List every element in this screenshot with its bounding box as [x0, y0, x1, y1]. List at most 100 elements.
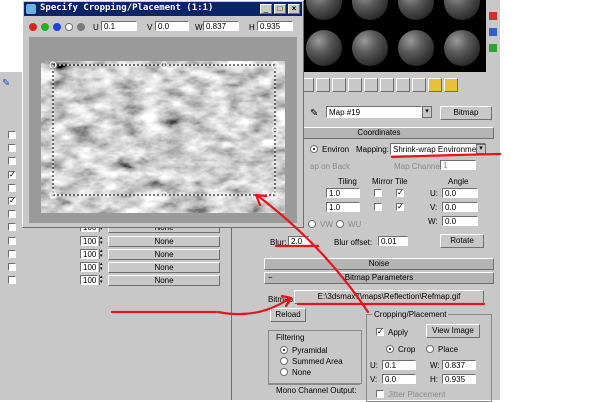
blur-field[interactable]: 2.0 [288, 236, 310, 246]
mirror-v-checkbox[interactable] [374, 203, 382, 211]
sample-slot[interactable] [348, 26, 392, 70]
dialog-maximize-button[interactable]: □ [274, 4, 286, 14]
map-type-button[interactable]: Bitmap [440, 106, 492, 120]
dialog-w-field[interactable]: 0.837 [203, 21, 239, 31]
map-slot-button[interactable]: None [108, 235, 220, 247]
crop-w-label: W: [430, 361, 440, 370]
bitmap-parameters-collapse-toggle[interactable]: − [268, 273, 273, 282]
jitter-checkbox[interactable] [376, 390, 384, 398]
map-enable-checkbox[interactable] [8, 183, 16, 192]
map-amount-spinner[interactable]: 100 [80, 262, 98, 272]
noise-rollout-header[interactable]: Noise [264, 258, 494, 270]
map-enable-checkbox[interactable] [8, 263, 16, 271]
spinner-arrows-icon[interactable]: ▴▾ [99, 275, 105, 286]
vw-radio[interactable] [308, 220, 316, 228]
spinner-arrows-icon[interactable]: ▴▾ [99, 248, 105, 259]
mapping-dropdown[interactable]: Shrink-wrap Environment [390, 143, 486, 155]
map-name-dropdown-icon[interactable]: ▾ [422, 106, 432, 118]
dialog-close-button[interactable]: × [288, 4, 300, 14]
map-enable-checkbox[interactable] [8, 223, 16, 232]
background-icon[interactable] [489, 44, 497, 52]
environ-radio[interactable] [310, 145, 318, 153]
crop-radio[interactable] [386, 345, 394, 353]
map-enable-checkbox[interactable] [8, 210, 16, 219]
go-to-parent-icon[interactable] [444, 78, 458, 92]
blur-label: Blur: [270, 238, 287, 247]
map-enable-checkbox[interactable]: ✓ [8, 197, 16, 205]
red-channel-icon[interactable] [29, 23, 37, 31]
spinner-arrows-icon[interactable]: ▴▾ [99, 235, 105, 246]
view-image-button[interactable]: View Image [426, 324, 480, 338]
map-enable-checkbox[interactable] [8, 157, 16, 166]
apply-checkbox[interactable]: ✓ [376, 328, 384, 336]
material-id-icon[interactable] [412, 78, 426, 92]
blue-channel-icon[interactable] [53, 23, 61, 31]
tiling-u-field[interactable]: 1.0 [326, 188, 360, 198]
dialog-w-label: W [195, 23, 203, 32]
put-to-scene-icon[interactable] [316, 78, 330, 92]
crop-h-field[interactable]: 0.935 [442, 374, 476, 384]
map-slot-button[interactable]: None [108, 248, 220, 260]
angle-v-field[interactable]: 0.0 [442, 202, 478, 212]
eyedropper-icon[interactable]: ✎ [310, 108, 318, 119]
tiling-v-field[interactable]: 1.0 [326, 202, 360, 212]
mirror-u-checkbox[interactable] [374, 189, 382, 197]
angle-w-field[interactable]: 0.0 [442, 216, 478, 226]
sample-slot[interactable] [302, 26, 346, 70]
make-copy-icon[interactable] [364, 78, 378, 92]
map-enable-checkbox[interactable] [8, 236, 16, 245]
spinner-arrows-icon[interactable]: ▴▾ [99, 262, 105, 272]
blur-offset-field[interactable]: 0.01 [378, 236, 408, 246]
green-channel-icon[interactable] [41, 23, 49, 31]
bitmap-path-button[interactable]: E:\3dsmax7\maps\Reflection\Refmap.gif [294, 290, 484, 304]
assign-material-icon[interactable] [332, 78, 346, 92]
map-enable-checkbox[interactable] [8, 131, 16, 139]
wu-radio[interactable] [336, 220, 344, 228]
map-amount-spinner[interactable]: 100 [80, 248, 98, 259]
dialog-u-field[interactable]: 0.1 [101, 21, 137, 31]
sample-slot[interactable] [348, 0, 392, 24]
map-slot-button[interactable]: None [108, 275, 220, 287]
make-unique-icon[interactable] [380, 78, 394, 92]
place-radio[interactable] [426, 345, 434, 353]
crop-w-field[interactable]: 0.837 [442, 360, 476, 370]
image-viewport[interactable] [29, 37, 297, 223]
sample-slot[interactable] [440, 0, 484, 24]
map-amount-spinner[interactable]: 100 [80, 275, 98, 286]
mono-channel-icon[interactable] [77, 23, 85, 31]
map-enable-checkbox[interactable] [8, 249, 16, 258]
tile-u-checkbox[interactable]: ✓ [396, 189, 404, 197]
alpha-channel-icon[interactable] [65, 23, 73, 31]
map-amount-spinner[interactable]: 100 [80, 235, 98, 246]
reset-map-icon[interactable] [348, 78, 362, 92]
sample-slot[interactable] [302, 0, 346, 24]
tile-v-checkbox[interactable]: ✓ [396, 203, 404, 211]
dialog-v-field[interactable]: 0.0 [155, 21, 189, 31]
sample-slot[interactable] [394, 26, 438, 70]
sample-slot[interactable] [440, 26, 484, 70]
dialog-minimize-button[interactable]: _ [260, 4, 272, 14]
angle-u-field[interactable]: 0.0 [442, 188, 478, 198]
map-enable-checkbox[interactable]: ✓ [8, 170, 16, 179]
backlight-icon[interactable] [489, 28, 497, 36]
filter-none-radio[interactable] [280, 368, 288, 376]
bitmap-parameters-rollout-header[interactable]: Bitmap Parameters [264, 272, 494, 284]
filter-pyramidal-radio[interactable] [280, 346, 288, 354]
crop-v-field[interactable]: 0.0 [382, 374, 416, 384]
show-map-icon[interactable] [428, 78, 442, 92]
sample-type-icon[interactable] [489, 12, 497, 20]
map-slot-button[interactable]: None [108, 262, 220, 273]
map-enable-checkbox[interactable] [8, 144, 16, 153]
map-channel-field[interactable]: 1 [440, 160, 476, 170]
crop-u-field[interactable]: 0.1 [382, 360, 416, 370]
dialog-h-field[interactable]: 0.935 [257, 21, 293, 31]
dialog-title-bar[interactable]: Specify Cropping/Placement (1:1) _ □ × [24, 2, 302, 16]
sample-slot[interactable] [394, 0, 438, 24]
map-enable-checkbox[interactable] [8, 276, 16, 285]
filter-summed-radio[interactable] [280, 357, 288, 365]
put-to-library-icon[interactable] [396, 78, 410, 92]
rotate-button[interactable]: Rotate [440, 234, 484, 248]
map-name-field[interactable]: Map #19 [326, 106, 422, 118]
mapping-dropdown-arrow-icon[interactable]: ▾ [476, 144, 486, 154]
reload-button[interactable]: Reload [270, 308, 306, 322]
